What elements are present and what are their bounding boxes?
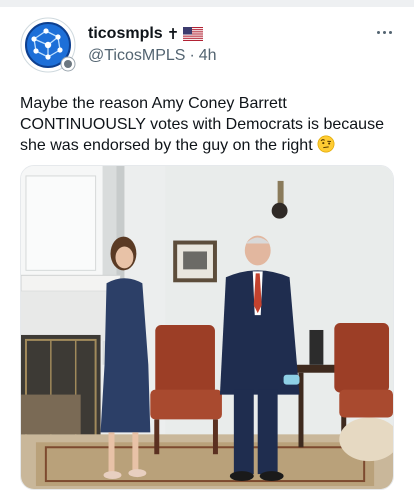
handle-row[interactable]: @TicosMPLS · 4h bbox=[88, 47, 217, 65]
photo-image bbox=[21, 166, 393, 489]
raised-eyebrow-emoji-icon bbox=[317, 135, 335, 153]
author-name-row[interactable]: ticosmpls ✝ bbox=[88, 24, 204, 44]
separator-dot: · bbox=[189, 47, 195, 64]
user-handle[interactable]: @TicosMPLS bbox=[88, 47, 185, 65]
tweet-photo[interactable] bbox=[20, 165, 394, 490]
display-name[interactable]: ticosmpls bbox=[88, 25, 163, 43]
us-flag-icon bbox=[183, 27, 204, 41]
avatar[interactable] bbox=[20, 17, 76, 73]
globe-network-icon bbox=[20, 17, 76, 73]
more-options-icon[interactable] bbox=[374, 26, 394, 38]
cross-icon: ✝ bbox=[166, 26, 180, 43]
post-time[interactable]: 4h bbox=[199, 47, 217, 65]
top-divider bbox=[0, 0, 414, 7]
dot bbox=[376, 30, 380, 34]
tweet-text: Maybe the reason Amy Coney Barrett CONTI… bbox=[20, 93, 400, 156]
dot bbox=[382, 30, 386, 34]
dot bbox=[388, 30, 392, 34]
